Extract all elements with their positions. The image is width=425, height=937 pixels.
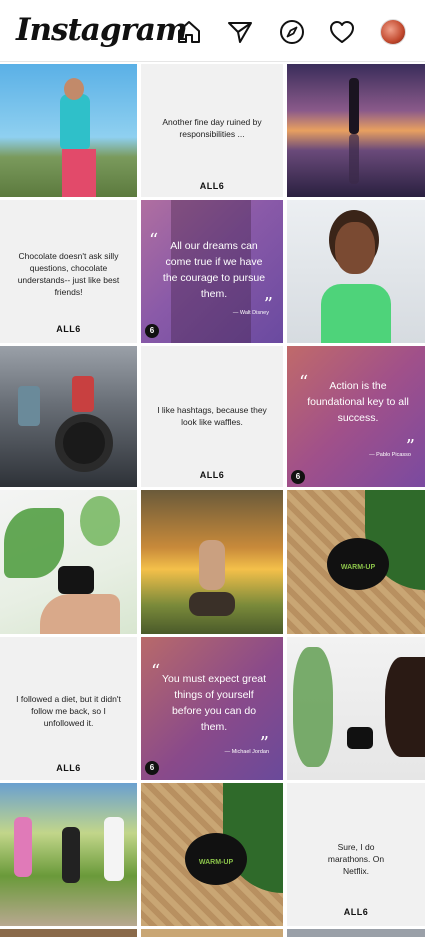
post-tile[interactable]: Chocolate doesn't ask silly questions, c…	[0, 200, 137, 343]
quote-text: You must expect great things of yourself…	[161, 673, 267, 733]
post-tile[interactable]: “ Action is the foundational key to all …	[287, 346, 425, 487]
explore-icon[interactable]	[279, 19, 305, 45]
post-tile[interactable]	[0, 346, 137, 487]
post-tile[interactable]	[0, 783, 137, 926]
brand-mark: ALL6	[56, 324, 81, 334]
brand-badge: 6	[291, 470, 305, 484]
post-tile[interactable]	[141, 490, 283, 634]
post-tile[interactable]	[287, 637, 425, 780]
direct-icon[interactable]	[227, 19, 253, 45]
quote-text: Action is the foundational key to all su…	[307, 380, 409, 424]
post-tile[interactable]: Sure, I do marathons. On Netflix. ALL6	[287, 783, 425, 926]
post-tile[interactable]: I like hashtags, because they look like …	[141, 346, 283, 487]
quote-text: All our dreams can come true if we have …	[162, 240, 266, 300]
quote-text: Chocolate doesn't ask silly questions, c…	[17, 251, 120, 297]
post-tile[interactable]: WARM-UP	[141, 783, 283, 926]
product-label: WARM-UP	[340, 564, 376, 571]
post-tile[interactable]: Another fine day ruined by responsibilit…	[141, 64, 283, 197]
brand-mark: ALL6	[56, 763, 81, 773]
top-bar: Instagram	[0, 0, 425, 62]
post-tile[interactable]	[0, 64, 137, 197]
instagram-logo[interactable]: Instagram	[16, 12, 188, 48]
brand-mark: ALL6	[199, 181, 225, 191]
product-label: WARM-UP	[198, 859, 234, 866]
post-tile[interactable]	[287, 200, 425, 343]
brand-badge: 6	[145, 761, 159, 775]
post-tile[interactable]: “ All our dreams can come true if we hav…	[141, 200, 283, 343]
heart-icon[interactable]	[329, 19, 355, 45]
quote-author: — Pablo Picasso	[369, 452, 411, 458]
brand-mark: ALL6	[343, 907, 369, 917]
home-icon[interactable]	[176, 19, 202, 45]
post-tile[interactable]	[287, 64, 425, 197]
post-tile[interactable]	[287, 929, 425, 937]
post-tile[interactable]: I followed a diet, but it didn't follow …	[0, 637, 137, 780]
post-tile[interactable]: “ You must expect great things of yourse…	[141, 637, 283, 780]
quote-author: — Walt Disney	[232, 310, 269, 316]
post-tile[interactable]: WARM-UP	[287, 490, 425, 634]
brand-badge: 6	[145, 324, 159, 338]
brand-mark: ALL6	[199, 470, 225, 480]
profile-avatar[interactable]	[380, 19, 406, 45]
quote-text: Sure, I do marathons. On Netflix.	[327, 842, 385, 876]
quote-text: I like hashtags, because they look like …	[157, 405, 267, 427]
post-tile[interactable]	[0, 929, 137, 937]
quote-text: I followed a diet, but it didn't follow …	[16, 694, 121, 728]
post-tile[interactable]	[0, 490, 137, 634]
post-tile[interactable]	[141, 929, 283, 937]
quote-text: Another fine day ruined by responsibilit…	[162, 117, 262, 139]
